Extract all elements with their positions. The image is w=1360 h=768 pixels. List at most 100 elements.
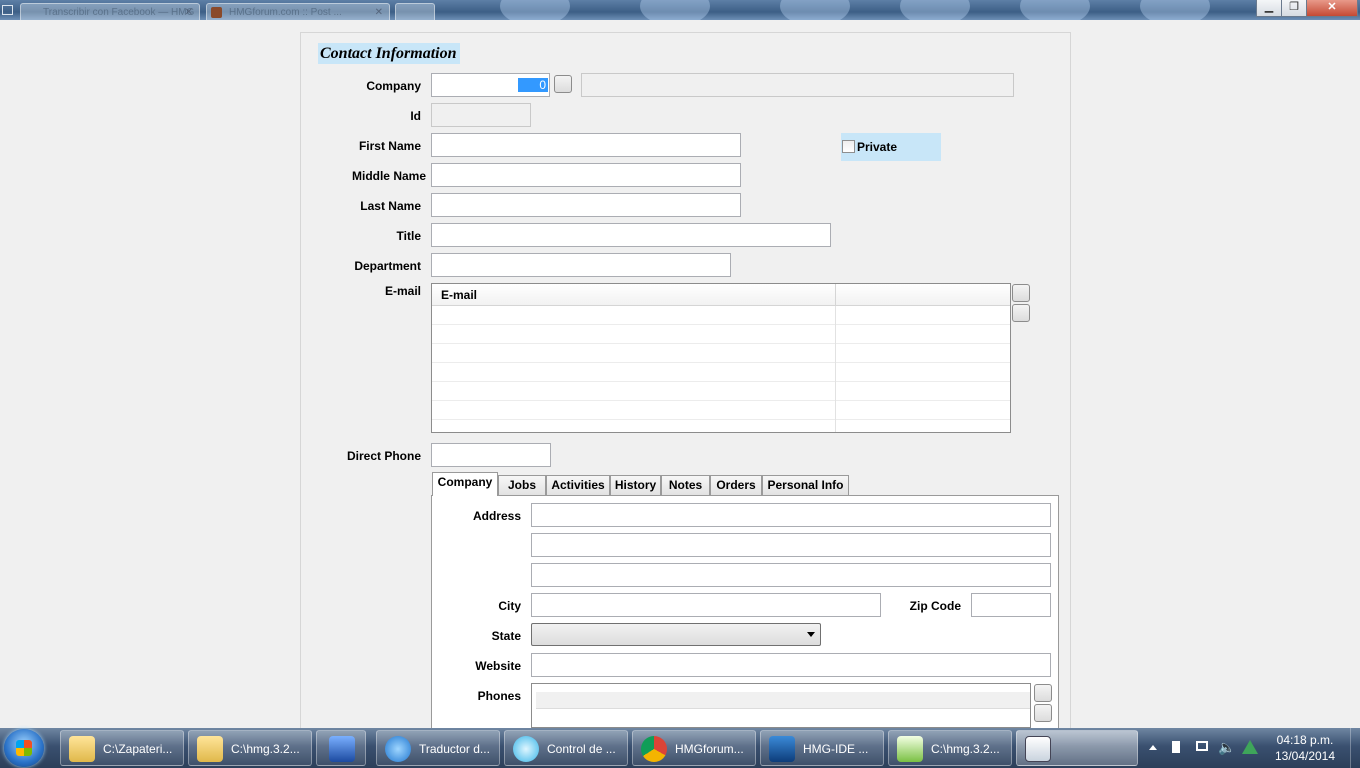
first-name-input[interactable] xyxy=(431,133,741,157)
grid-column-divider xyxy=(835,306,836,432)
city-label: City xyxy=(498,599,521,613)
email-label: E-mail xyxy=(384,284,421,298)
taskbar-item-explorer-2[interactable]: C:\hmg.3.2... xyxy=(188,730,312,766)
restore-button[interactable]: ❐ xyxy=(1281,0,1307,17)
window-app-icon xyxy=(1025,736,1051,762)
taskbar-item-ie[interactable]: Traductor d... xyxy=(376,730,500,766)
minimize-button[interactable]: ▁ xyxy=(1256,0,1282,17)
private-label: Private xyxy=(857,140,898,154)
window-titlebar: Transcribir con Facebook — HMG ✕ HMGforum… xyxy=(0,0,1360,20)
id-field xyxy=(431,103,531,127)
phones-label: Phones xyxy=(477,689,521,703)
browser-tab-1[interactable]: Transcribir con Facebook — HMG ✕ xyxy=(20,3,200,20)
chevron-down-icon xyxy=(807,632,815,637)
hmg-ide-icon xyxy=(769,736,795,762)
zip-code-input[interactable] xyxy=(971,593,1051,617)
table-row[interactable] xyxy=(432,306,1010,325)
windows-logo-icon xyxy=(16,740,32,756)
table-row[interactable] xyxy=(432,325,1010,344)
clock[interactable]: 04:18 p.m. 13/04/2014 xyxy=(1266,732,1344,764)
app-icon xyxy=(2,5,13,15)
taskbar-item-editor[interactable]: C:\hmg.3.2... xyxy=(888,730,1012,766)
middle-name-input[interactable] xyxy=(431,163,741,187)
taskbar-item-active-app[interactable] xyxy=(1016,730,1138,766)
company-code-input[interactable]: 0 xyxy=(431,73,550,97)
state-label: State xyxy=(491,629,521,643)
close-window-button[interactable]: ✕ xyxy=(1306,0,1358,17)
taskbar-item-chrome[interactable]: HMGforum... xyxy=(632,730,756,766)
flag-icon[interactable] xyxy=(1172,741,1184,753)
middle-name-label: Middle Name xyxy=(351,169,426,183)
table-row[interactable] xyxy=(432,363,1010,382)
close-icon[interactable]: ✕ xyxy=(375,4,383,20)
browser-tab-2[interactable]: HMGforum.com :: Post ... ✕ xyxy=(206,3,390,20)
email-add-button[interactable] xyxy=(1012,284,1030,302)
address-label: Address xyxy=(472,509,521,523)
address-line-1-input[interactable] xyxy=(531,503,1051,527)
notepad-icon xyxy=(897,736,923,762)
email-grid[interactable]: E-mail xyxy=(431,283,1011,433)
folder-icon xyxy=(197,736,223,762)
table-row[interactable] xyxy=(432,382,1010,401)
private-checkbox[interactable] xyxy=(842,140,855,153)
tab-company[interactable]: Company xyxy=(432,472,498,496)
website-label: Website xyxy=(475,659,521,673)
tab-notes[interactable]: Notes xyxy=(661,475,710,495)
website-input[interactable] xyxy=(531,653,1051,677)
table-row[interactable] xyxy=(432,401,1010,420)
media-player-icon xyxy=(329,736,355,762)
section-title: Contact Information xyxy=(318,43,460,64)
table-row[interactable] xyxy=(432,344,1010,363)
start-button[interactable] xyxy=(4,729,44,767)
city-input[interactable] xyxy=(531,593,881,617)
phone-add-button[interactable] xyxy=(1034,684,1052,702)
tab-history[interactable]: History xyxy=(610,475,661,495)
private-checkbox-area[interactable]: Private xyxy=(841,133,941,161)
zip-code-label: Zip Code xyxy=(909,599,961,613)
email-column-header-2[interactable] xyxy=(836,284,1008,306)
department-label: Department xyxy=(354,259,421,273)
network-icon[interactable] xyxy=(1196,741,1208,751)
last-name-label: Last Name xyxy=(360,199,421,213)
close-icon[interactable]: ✕ xyxy=(185,4,193,20)
show-desktop-button[interactable] xyxy=(1350,728,1360,768)
company-lookup-button[interactable] xyxy=(554,75,572,93)
address-line-3-input[interactable] xyxy=(531,563,1051,587)
direct-phone-input[interactable] xyxy=(431,443,551,467)
phone-remove-button[interactable] xyxy=(1034,704,1052,722)
company-name-field xyxy=(581,73,1014,97)
department-input[interactable] xyxy=(431,253,731,277)
chrome-icon xyxy=(641,736,667,762)
tab-personal-info[interactable]: Personal Info xyxy=(762,475,849,495)
volume-icon[interactable]: 🔈 xyxy=(1218,740,1235,754)
taskbar-item-media[interactable] xyxy=(316,730,366,766)
internet-explorer-icon xyxy=(385,736,411,762)
gauge-icon xyxy=(513,736,539,762)
address-line-2-input[interactable] xyxy=(531,533,1051,557)
title-input[interactable] xyxy=(431,223,831,247)
first-name-label: First Name xyxy=(358,139,421,153)
taskbar: C:\Zapateri... C:\hmg.3.2... Traductor d… xyxy=(0,728,1360,768)
browser-tab-3[interactable] xyxy=(395,3,435,20)
state-select[interactable] xyxy=(531,623,821,646)
taskbar-item-control[interactable]: Control de ... xyxy=(504,730,628,766)
email-column-header[interactable]: E-mail xyxy=(441,284,836,306)
tab-activities[interactable]: Activities xyxy=(546,475,610,495)
clock-time: 04:18 p.m. xyxy=(1276,733,1334,747)
company-label: Company xyxy=(366,79,421,93)
company-code-value: 0 xyxy=(518,78,548,92)
phones-grid[interactable] xyxy=(531,683,1031,728)
taskbar-item-hmg-ide[interactable]: HMG-IDE ... xyxy=(760,730,884,766)
drive-icon[interactable] xyxy=(1242,740,1258,754)
show-hidden-icons-icon[interactable] xyxy=(1149,745,1157,750)
id-label: Id xyxy=(410,109,421,123)
tab-jobs[interactable]: Jobs xyxy=(498,475,546,495)
phones-grid-header xyxy=(536,692,1030,709)
direct-phone-label: Direct Phone xyxy=(346,449,421,463)
taskbar-item-explorer-1[interactable]: C:\Zapateri... xyxy=(60,730,184,766)
tab-orders[interactable]: Orders xyxy=(710,475,762,495)
last-name-input[interactable] xyxy=(431,193,741,217)
folder-icon xyxy=(69,736,95,762)
favicon-icon xyxy=(211,7,222,18)
email-remove-button[interactable] xyxy=(1012,304,1030,322)
